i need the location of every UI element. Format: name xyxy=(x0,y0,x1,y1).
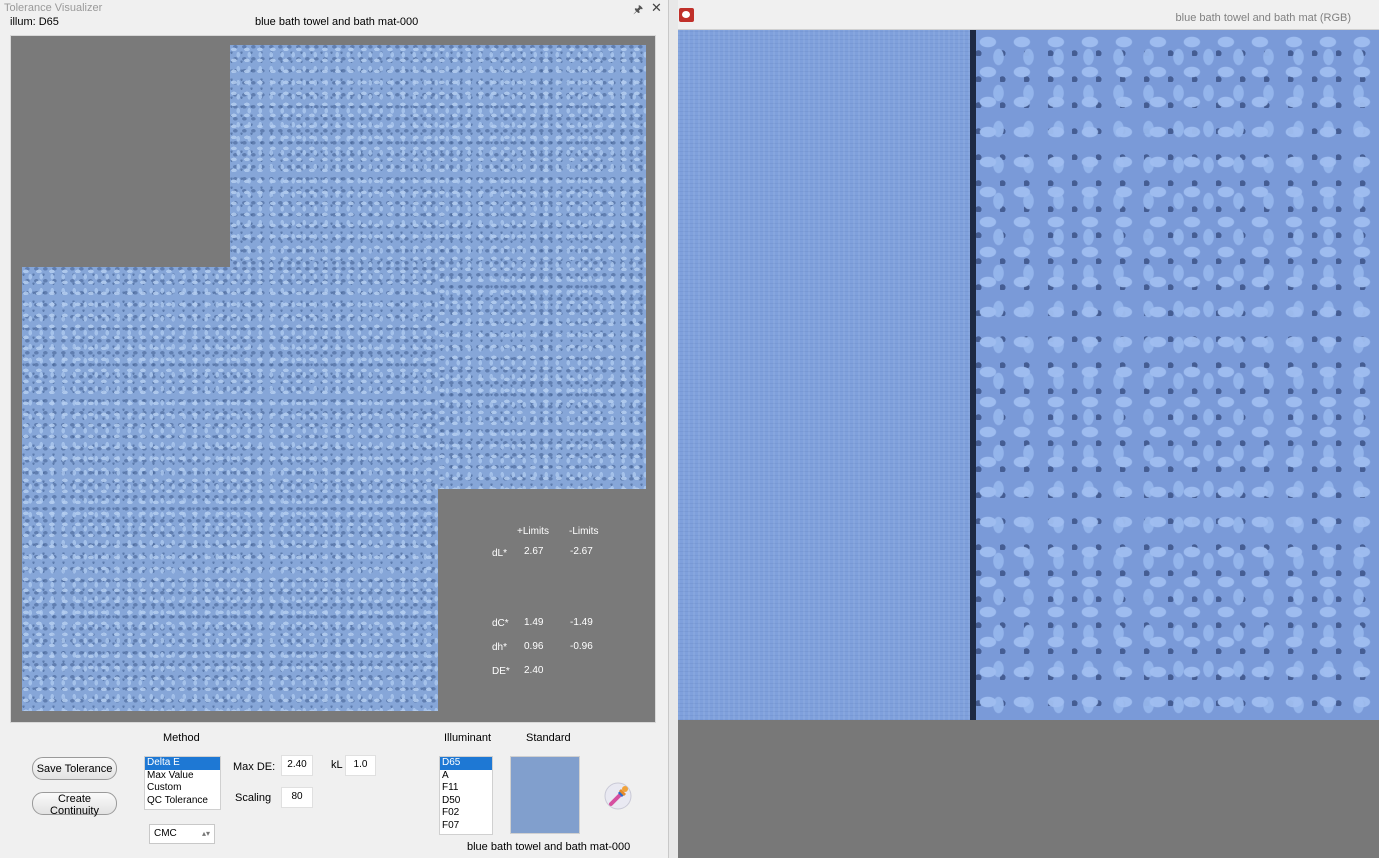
max-de-label: Max DE: xyxy=(233,761,276,773)
method-option[interactable]: Max Value xyxy=(145,770,220,783)
tolerance-canvas: +Limits -Limits dL* 2.67 -2.67 dC* 1.49 … xyxy=(10,35,656,723)
bath-mat-region xyxy=(976,30,1379,720)
method-option[interactable]: Custom xyxy=(145,782,220,795)
illuminant-option[interactable]: A xyxy=(440,770,492,783)
save-tolerance-button[interactable]: Save Tolerance xyxy=(32,757,117,780)
limit-plus-dl: 2.67 xyxy=(524,546,544,557)
scaling-input[interactable]: 80 xyxy=(281,787,313,808)
formula-select-value: CMC xyxy=(154,828,177,839)
limit-plus-de: 2.40 xyxy=(524,665,544,676)
method-option[interactable]: QC Tolerance xyxy=(145,795,220,808)
illuminant-listbox[interactable]: D65 A F11 D50 F02 F07 xyxy=(439,756,493,835)
rgb-photo xyxy=(678,30,1379,720)
illuminant-option[interactable]: F02 xyxy=(440,807,492,820)
illuminant-option[interactable]: F07 xyxy=(440,820,492,833)
limit-minus-dh: -0.96 xyxy=(570,641,593,652)
illuminant-option[interactable]: F11 xyxy=(440,782,492,795)
plus-limits-header: +Limits xyxy=(517,526,549,537)
minus-limits-header: -Limits xyxy=(569,526,599,537)
kl-input[interactable]: 1.0 xyxy=(345,755,376,776)
rgb-image-panel: blue bath towel and bath mat (RGB) xyxy=(678,0,1379,858)
texture-tile xyxy=(230,267,438,711)
image-window-header: blue bath towel and bath mat (RGB) xyxy=(678,0,1379,30)
limit-label-dl: dL* xyxy=(492,548,508,559)
limit-label-de: DE* xyxy=(492,666,510,677)
image-window-title: blue bath towel and bath mat (RGB) xyxy=(1175,12,1351,24)
standard-caption: blue bath towel and bath mat-000 xyxy=(467,841,631,853)
method-label: Method xyxy=(163,732,200,744)
sample-title: blue bath towel and bath mat-000 xyxy=(255,16,419,28)
eyedropper-icon[interactable] xyxy=(603,781,633,811)
kl-label: kL xyxy=(331,759,343,771)
tolerance-visualizer-panel: Tolerance Visualizer 🖈 ✕ illum: D65 blue… xyxy=(0,0,668,858)
close-icon[interactable]: ✕ xyxy=(651,0,662,16)
limit-minus-dl: -2.67 xyxy=(570,546,593,557)
illuminant-option[interactable]: D65 xyxy=(440,757,492,770)
method-option[interactable]: Delta E xyxy=(145,757,220,770)
pin-icon[interactable]: 🖈 xyxy=(633,1,643,20)
formula-select[interactable]: CMC ▴▾ xyxy=(149,824,215,844)
method-listbox[interactable]: Delta E Max Value Custom QC Tolerance xyxy=(144,756,221,810)
app-icon[interactable] xyxy=(679,8,694,22)
standard-color-swatch xyxy=(510,756,580,834)
scaling-label: Scaling xyxy=(235,792,272,804)
towel-region xyxy=(678,30,970,720)
illuminant-option[interactable]: D50 xyxy=(440,795,492,808)
panel-title: Tolerance Visualizer xyxy=(4,2,103,14)
spinner-arrows-icon[interactable]: ▴▾ xyxy=(202,825,210,843)
illuminant-indicator: illum: D65 xyxy=(10,16,59,28)
create-continuity-button[interactable]: Create Continuity xyxy=(32,792,117,817)
limit-plus-dc: 1.49 xyxy=(524,617,544,628)
max-de-input[interactable]: 2.40 xyxy=(281,755,313,776)
illuminant-label: Illuminant xyxy=(444,732,492,744)
limit-minus-dc: -1.49 xyxy=(570,617,593,628)
limit-label-dh: dh* xyxy=(492,642,508,653)
standard-label: Standard xyxy=(526,732,571,744)
limit-plus-dh: 0.96 xyxy=(524,641,544,652)
limit-label-dc: dC* xyxy=(492,618,509,629)
